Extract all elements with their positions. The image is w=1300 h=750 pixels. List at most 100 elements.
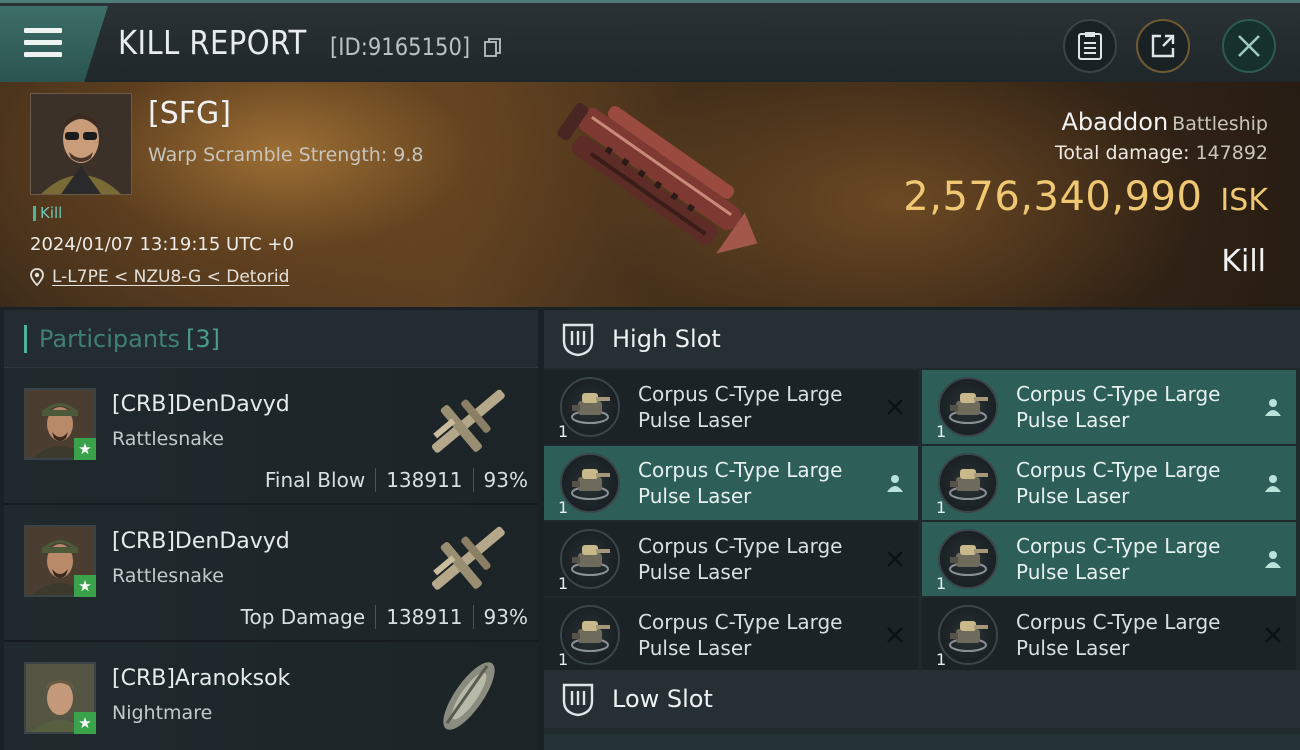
module-slot[interactable]: 1 Corpus C-Type Large Pulse Laser — [544, 522, 918, 596]
dropped-person-icon — [1265, 475, 1281, 492]
fitting-panel: High Slot 1 Corpus C-Type Large Pulse Lase… — [544, 310, 1300, 750]
close-icon — [1238, 35, 1260, 57]
module-slot[interactable]: 1 Corpus C-Type Large Pulse Laser — [922, 446, 1296, 520]
stat-divider — [375, 468, 377, 492]
participant-damage: 138911 — [386, 468, 463, 492]
module-quantity: 1 — [558, 650, 569, 669]
nightmare-ship-image — [443, 662, 495, 730]
abaddon-ship-image[interactable] — [535, 94, 775, 274]
participant-row[interactable]: ★ [CRB]DenDavyd Rattlesnake Final Blow 1… — [4, 368, 538, 505]
module-quantity: 1 — [936, 498, 947, 517]
stat-divider — [472, 605, 474, 629]
module-slot[interactable]: 1 Corpus C-Type Large Pulse Laser — [544, 446, 918, 520]
victim-avatar[interactable] — [30, 93, 132, 195]
participant-name[interactable]: [CRB]DenDavyd — [112, 529, 290, 554]
module-name: Corpus C-Type Large Pulse Laser — [1016, 381, 1246, 433]
close-button[interactable] — [1222, 19, 1276, 73]
standing-star-icon: ★ — [74, 438, 96, 460]
kill-location[interactable]: L-L7PE < NZU8-G < Detorid — [30, 267, 289, 287]
module-quantity: 1 — [558, 422, 569, 441]
standing-star-icon: ★ — [74, 712, 96, 734]
pulse-laser-icon: 1 — [936, 453, 998, 517]
low-slot-icon — [562, 683, 594, 717]
module-name-line: Corpus C-Type Large — [638, 610, 843, 634]
pulse-laser-icon: 1 — [936, 377, 998, 441]
participants-panel: Participants [3] ★ [CRB]DenDavyd Rattles… — [4, 310, 538, 750]
participants-label: Participants — [39, 324, 180, 353]
pulse-laser-icon: 1 — [558, 377, 620, 441]
participant-name[interactable]: [CRB]Aranoksok — [112, 666, 290, 691]
pulse-laser-icon: 1 — [558, 605, 620, 669]
participant-avatar[interactable]: ★ — [24, 388, 96, 460]
module-quantity: 1 — [936, 422, 947, 441]
module-name: Corpus C-Type Large Pulse Laser — [638, 609, 868, 661]
share-icon — [1151, 34, 1175, 58]
victim-corp-tag: [SFG] — [148, 96, 231, 131]
low-slot-row-peek[interactable] — [544, 734, 1300, 750]
module-name-line: Pulse Laser — [638, 408, 752, 432]
module-slot[interactable]: 1 Corpus C-Type Large Pulse Laser — [922, 598, 1296, 672]
module-name-line: Pulse Laser — [1016, 560, 1130, 584]
participants-header: Participants [3] — [4, 310, 538, 368]
module-quantity: 1 — [936, 574, 947, 593]
copy-icon[interactable] — [484, 38, 502, 58]
module-name-line: Corpus C-Type Large — [1016, 534, 1221, 558]
low-slot-label: Low Slot — [612, 685, 713, 713]
destroyed-x-icon — [887, 399, 903, 415]
dropped-person-icon — [887, 475, 903, 492]
module-name-line: Corpus C-Type Large — [638, 458, 843, 482]
menu-button[interactable] — [0, 6, 108, 82]
header-accent-bar — [24, 324, 27, 353]
module-name-line: Corpus C-Type Large — [638, 382, 843, 406]
module-name: Corpus C-Type Large Pulse Laser — [638, 381, 868, 433]
rattlesnake-ship-image — [431, 526, 505, 590]
module-name-line: Corpus C-Type Large — [1016, 458, 1221, 482]
participant-avatar[interactable]: ★ — [24, 662, 96, 734]
total-damage-value: 147892 — [1195, 142, 1268, 164]
low-slot-header: Low Slot — [544, 670, 1300, 728]
module-name-line: Pulse Laser — [1016, 636, 1130, 660]
isk-unit: ISK — [1220, 183, 1268, 218]
share-button[interactable] — [1136, 19, 1190, 73]
module-name-line: Pulse Laser — [638, 560, 752, 584]
pulse-laser-icon: 1 — [558, 529, 620, 593]
module-name: Corpus C-Type Large Pulse Laser — [638, 457, 868, 509]
module-slot[interactable]: 1 Corpus C-Type Large Pulse Laser — [922, 370, 1296, 444]
module-name-line: Corpus C-Type Large — [638, 534, 843, 558]
victim-banner: [SFG] Warp Scramble Strength: 9.8 Kill 2… — [0, 82, 1300, 307]
participant-avatar[interactable]: ★ — [24, 525, 96, 597]
module-name-line: Pulse Laser — [1016, 408, 1130, 432]
top-bar: KILL REPORT [ID:9165150] — [0, 0, 1300, 82]
module-name: Corpus C-Type Large Pulse Laser — [1016, 457, 1246, 509]
module-name-line: Corpus C-Type Large — [1016, 610, 1221, 634]
module-slot[interactable]: 1 Corpus C-Type Large Pulse Laser — [544, 370, 918, 444]
module-name: Corpus C-Type Large Pulse Laser — [1016, 609, 1246, 661]
kill-type-label: Kill — [1221, 244, 1266, 279]
ship-name[interactable]: Abaddon — [1061, 108, 1168, 136]
module-name: Corpus C-Type Large Pulse Laser — [1016, 533, 1246, 585]
kill-badge: Kill — [33, 206, 62, 221]
participant-name[interactable]: [CRB]DenDavyd — [112, 392, 290, 417]
participant-row[interactable]: ★ [CRB]Aranoksok Nightmare — [4, 642, 538, 750]
dropped-person-icon — [1265, 399, 1281, 416]
report-id: [ID:9165150] — [330, 33, 471, 61]
report-button[interactable] — [1063, 19, 1117, 73]
participant-row[interactable]: ★ [CRB]DenDavyd Rattlesnake Top Damage 1… — [4, 505, 538, 642]
module-slot[interactable]: 1 Corpus C-Type Large Pulse Laser — [922, 522, 1296, 596]
participant-percent: 93% — [483, 605, 528, 629]
isk-value: 2,576,340,990 — [903, 174, 1203, 220]
location-link[interactable]: L-L7PE < NZU8-G < Detorid — [52, 267, 289, 287]
module-slot[interactable]: 1 Corpus C-Type Large Pulse Laser — [544, 598, 918, 672]
pulse-laser-icon: 1 — [558, 453, 620, 517]
rattlesnake-ship-image — [431, 389, 505, 453]
portrait-image — [31, 94, 131, 194]
participant-ship: Nightmare — [112, 702, 213, 724]
kill-datetime: 2024/01/07 13:19:15 UTC +0 — [30, 234, 294, 255]
pulse-laser-icon: 1 — [936, 529, 998, 593]
participant-percent: 93% — [483, 468, 528, 492]
page-title: KILL REPORT — [118, 23, 307, 62]
total-damage-label: Total damage: — [1055, 142, 1190, 164]
participant-ship: Rattlesnake — [112, 428, 224, 450]
module-quantity: 1 — [558, 498, 569, 517]
report-icon — [1078, 32, 1102, 60]
